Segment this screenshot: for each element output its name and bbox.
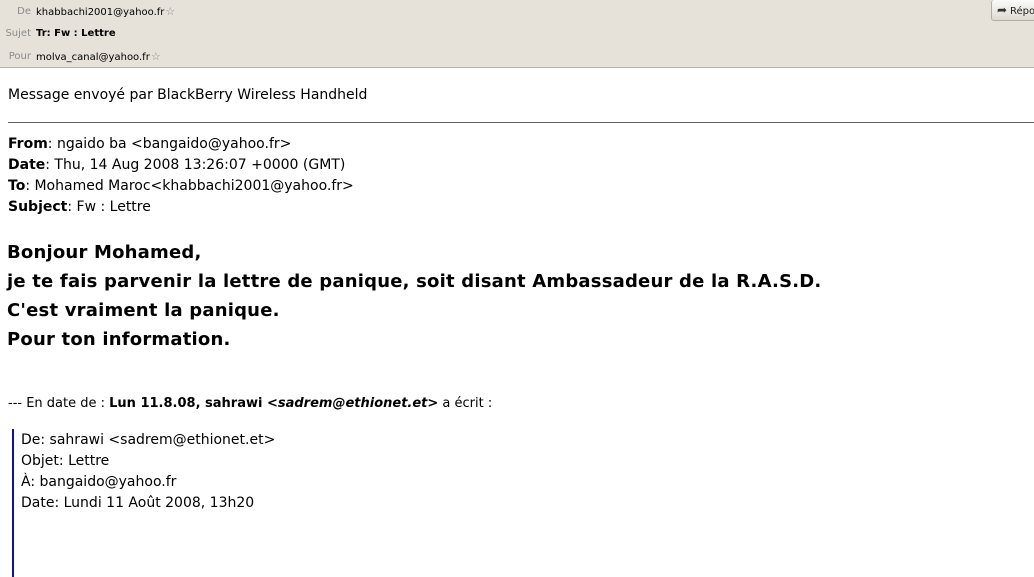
meta-from-label: From	[8, 136, 48, 152]
forwarded-meta: From: ngaido ba <bangaido@yahoo.fr> Date…	[8, 134, 354, 218]
forward-suffix: a écrit :	[438, 396, 493, 411]
meta-subject-row: Subject: Fw : Lettre	[8, 197, 354, 218]
reply-arrow-icon: ➦	[996, 3, 1008, 17]
reply-button-label: Répondre	[1010, 6, 1034, 17]
message-line: C'est vraiment la panique.	[7, 300, 280, 321]
message-header: De khabbachi2001@yahoo.fr☆ Sujet Tr: Fw …	[0, 0, 1034, 68]
header-to-label: Pour	[8, 51, 31, 62]
forward-attribution: --- En date de : Lun 11.8.08, sahrawi <s…	[8, 394, 492, 414]
forward-prefix: --- En date de :	[8, 396, 110, 411]
quoted-block: De: sahrawi <sadrem@ethionet.et> Objet: …	[12, 429, 514, 577]
header-to-address[interactable]: molva_canal@yahoo.fr	[36, 52, 150, 63]
star-icon[interactable]: ☆	[165, 5, 175, 19]
message-body: Bonjour Mohamed, je te fais parvenir la …	[7, 238, 821, 354]
message-line: Bonjour Mohamed,	[7, 242, 202, 263]
meta-date-row: Date: Thu, 14 Aug 2008 13:26:07 +0000 (G…	[8, 155, 354, 176]
sent-by-line: Message envoyé par BlackBerry Wireless H…	[8, 87, 368, 103]
meta-from-row: From: ngaido ba <bangaido@yahoo.fr>	[8, 134, 354, 155]
header-to-value[interactable]: molva_canal@yahoo.fr☆	[36, 50, 161, 65]
reply-button[interactable]: ➦Répondre	[991, 0, 1034, 21]
header-from-label: De	[17, 6, 31, 17]
quoted-line: À: bangaido@yahoo.fr	[21, 474, 177, 490]
meta-date-value: : Thu, 14 Aug 2008 13:26:07 +0000 (GMT)	[45, 157, 346, 173]
header-from-address[interactable]: khabbachi2001@yahoo.fr	[36, 7, 164, 18]
forward-email[interactable]: <sadrem@ethionet.et>	[267, 396, 438, 411]
meta-from-value: : ngaido ba <bangaido@yahoo.fr>	[47, 136, 292, 152]
quoted-lines: De: sahrawi <sadrem@ethionet.et> Objet: …	[21, 430, 275, 514]
quoted-line: Date: Lundi 11 Août 2008, 13h20	[21, 495, 255, 511]
header-subject-label: Sujet	[5, 28, 31, 39]
meta-to-label: To	[8, 178, 26, 194]
meta-to-value: : Mohamed Maroc<khabbachi2001@yahoo.fr>	[25, 178, 354, 194]
meta-subject-label: Subject	[8, 199, 68, 215]
quoted-line: Objet: Lettre	[21, 453, 110, 469]
message-line: je te fais parvenir la lettre de panique…	[7, 271, 822, 292]
meta-date-label: Date	[8, 157, 46, 173]
message-line: Pour ton information.	[7, 329, 231, 350]
header-from-value[interactable]: khabbachi2001@yahoo.fr☆	[36, 5, 175, 20]
star-icon[interactable]: ☆	[151, 50, 161, 64]
separator-line	[8, 122, 1034, 123]
meta-subject-value: : Fw : Lettre	[67, 199, 151, 215]
forward-date: Lun 11.8.08, sahrawi	[109, 396, 267, 411]
quoted-line: De: sahrawi <sadrem@ethionet.et>	[21, 432, 276, 448]
header-subject-value: Tr: Fw : Lettre	[36, 28, 116, 39]
meta-to-row: To: Mohamed Maroc<khabbachi2001@yahoo.fr…	[8, 176, 354, 197]
